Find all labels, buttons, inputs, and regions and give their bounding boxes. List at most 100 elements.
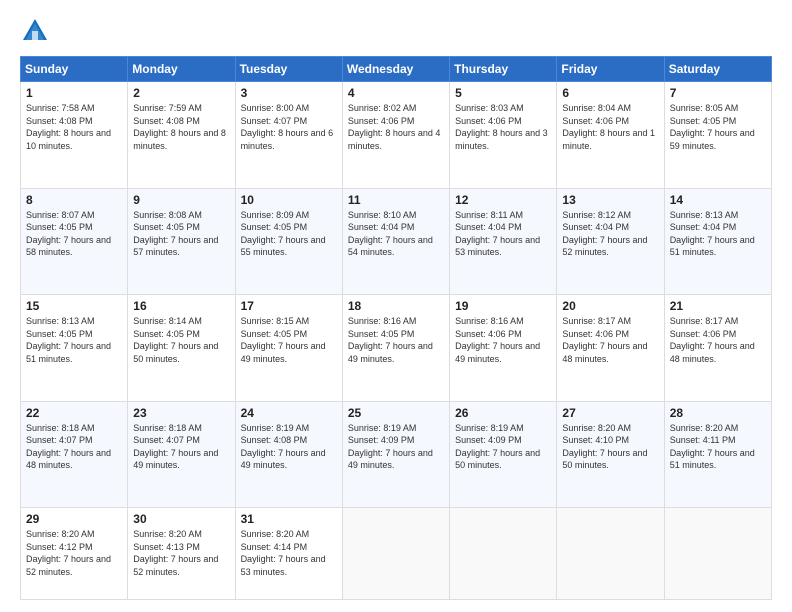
day-number: 2 <box>133 86 229 100</box>
day-number: 8 <box>26 193 122 207</box>
cell-content: Sunrise: 8:20 AM Sunset: 4:10 PM Dayligh… <box>562 422 658 472</box>
day-number: 13 <box>562 193 658 207</box>
cell-content: Sunrise: 8:18 AM Sunset: 4:07 PM Dayligh… <box>26 422 122 472</box>
calendar-cell: 16 Sunrise: 8:14 AM Sunset: 4:05 PM Dayl… <box>128 295 235 402</box>
calendar-cell <box>557 508 664 600</box>
day-number: 19 <box>455 299 551 313</box>
cell-content: Sunrise: 8:13 AM Sunset: 4:04 PM Dayligh… <box>670 209 766 259</box>
cell-content: Sunrise: 8:10 AM Sunset: 4:04 PM Dayligh… <box>348 209 444 259</box>
calendar-cell: 24 Sunrise: 8:19 AM Sunset: 4:08 PM Dayl… <box>235 401 342 508</box>
day-number: 20 <box>562 299 658 313</box>
cell-content: Sunrise: 7:58 AM Sunset: 4:08 PM Dayligh… <box>26 102 122 152</box>
cell-content: Sunrise: 8:02 AM Sunset: 4:06 PM Dayligh… <box>348 102 444 152</box>
calendar-cell: 18 Sunrise: 8:16 AM Sunset: 4:05 PM Dayl… <box>342 295 449 402</box>
day-number: 5 <box>455 86 551 100</box>
day-header-friday: Friday <box>557 57 664 82</box>
day-number: 4 <box>348 86 444 100</box>
calendar-cell: 22 Sunrise: 8:18 AM Sunset: 4:07 PM Dayl… <box>21 401 128 508</box>
calendar-cell: 25 Sunrise: 8:19 AM Sunset: 4:09 PM Dayl… <box>342 401 449 508</box>
day-number: 10 <box>241 193 337 207</box>
cell-content: Sunrise: 8:12 AM Sunset: 4:04 PM Dayligh… <box>562 209 658 259</box>
header <box>20 16 772 46</box>
calendar-cell: 20 Sunrise: 8:17 AM Sunset: 4:06 PM Dayl… <box>557 295 664 402</box>
cell-content: Sunrise: 8:16 AM Sunset: 4:05 PM Dayligh… <box>348 315 444 365</box>
day-header-tuesday: Tuesday <box>235 57 342 82</box>
cell-content: Sunrise: 8:03 AM Sunset: 4:06 PM Dayligh… <box>455 102 551 152</box>
day-header-sunday: Sunday <box>21 57 128 82</box>
calendar-cell <box>664 508 771 600</box>
calendar-cell: 3 Sunrise: 8:00 AM Sunset: 4:07 PM Dayli… <box>235 82 342 189</box>
day-number: 16 <box>133 299 229 313</box>
day-header-saturday: Saturday <box>664 57 771 82</box>
cell-content: Sunrise: 7:59 AM Sunset: 4:08 PM Dayligh… <box>133 102 229 152</box>
cell-content: Sunrise: 8:19 AM Sunset: 4:09 PM Dayligh… <box>455 422 551 472</box>
cell-content: Sunrise: 8:04 AM Sunset: 4:06 PM Dayligh… <box>562 102 658 152</box>
cell-content: Sunrise: 8:14 AM Sunset: 4:05 PM Dayligh… <box>133 315 229 365</box>
calendar-cell: 11 Sunrise: 8:10 AM Sunset: 4:04 PM Dayl… <box>342 188 449 295</box>
day-number: 25 <box>348 406 444 420</box>
day-number: 11 <box>348 193 444 207</box>
cell-content: Sunrise: 8:20 AM Sunset: 4:14 PM Dayligh… <box>241 528 337 578</box>
cell-content: Sunrise: 8:19 AM Sunset: 4:09 PM Dayligh… <box>348 422 444 472</box>
calendar-cell: 8 Sunrise: 8:07 AM Sunset: 4:05 PM Dayli… <box>21 188 128 295</box>
calendar-cell: 15 Sunrise: 8:13 AM Sunset: 4:05 PM Dayl… <box>21 295 128 402</box>
cell-content: Sunrise: 8:18 AM Sunset: 4:07 PM Dayligh… <box>133 422 229 472</box>
day-number: 27 <box>562 406 658 420</box>
cell-content: Sunrise: 8:19 AM Sunset: 4:08 PM Dayligh… <box>241 422 337 472</box>
day-number: 3 <box>241 86 337 100</box>
calendar-cell: 12 Sunrise: 8:11 AM Sunset: 4:04 PM Dayl… <box>450 188 557 295</box>
cell-content: Sunrise: 8:15 AM Sunset: 4:05 PM Dayligh… <box>241 315 337 365</box>
cell-content: Sunrise: 8:20 AM Sunset: 4:11 PM Dayligh… <box>670 422 766 472</box>
cell-content: Sunrise: 8:05 AM Sunset: 4:05 PM Dayligh… <box>670 102 766 152</box>
calendar-cell: 13 Sunrise: 8:12 AM Sunset: 4:04 PM Dayl… <box>557 188 664 295</box>
calendar-table: SundayMondayTuesdayWednesdayThursdayFrid… <box>20 56 772 600</box>
calendar-cell: 4 Sunrise: 8:02 AM Sunset: 4:06 PM Dayli… <box>342 82 449 189</box>
day-number: 15 <box>26 299 122 313</box>
calendar-cell: 7 Sunrise: 8:05 AM Sunset: 4:05 PM Dayli… <box>664 82 771 189</box>
calendar-cell: 21 Sunrise: 8:17 AM Sunset: 4:06 PM Dayl… <box>664 295 771 402</box>
day-header-thursday: Thursday <box>450 57 557 82</box>
day-number: 9 <box>133 193 229 207</box>
calendar-cell: 28 Sunrise: 8:20 AM Sunset: 4:11 PM Dayl… <box>664 401 771 508</box>
day-number: 23 <box>133 406 229 420</box>
day-number: 29 <box>26 512 122 526</box>
day-header-monday: Monday <box>128 57 235 82</box>
cell-content: Sunrise: 8:07 AM Sunset: 4:05 PM Dayligh… <box>26 209 122 259</box>
calendar-cell: 31 Sunrise: 8:20 AM Sunset: 4:14 PM Dayl… <box>235 508 342 600</box>
calendar-cell: 6 Sunrise: 8:04 AM Sunset: 4:06 PM Dayli… <box>557 82 664 189</box>
cell-content: Sunrise: 8:20 AM Sunset: 4:12 PM Dayligh… <box>26 528 122 578</box>
day-number: 28 <box>670 406 766 420</box>
logo <box>20 16 56 46</box>
cell-content: Sunrise: 8:08 AM Sunset: 4:05 PM Dayligh… <box>133 209 229 259</box>
day-number: 17 <box>241 299 337 313</box>
calendar-cell: 29 Sunrise: 8:20 AM Sunset: 4:12 PM Dayl… <box>21 508 128 600</box>
header-row: SundayMondayTuesdayWednesdayThursdayFrid… <box>21 57 772 82</box>
day-number: 22 <box>26 406 122 420</box>
calendar-cell: 1 Sunrise: 7:58 AM Sunset: 4:08 PM Dayli… <box>21 82 128 189</box>
calendar-cell: 30 Sunrise: 8:20 AM Sunset: 4:13 PM Dayl… <box>128 508 235 600</box>
day-number: 1 <box>26 86 122 100</box>
cell-content: Sunrise: 8:20 AM Sunset: 4:13 PM Dayligh… <box>133 528 229 578</box>
cell-content: Sunrise: 8:17 AM Sunset: 4:06 PM Dayligh… <box>670 315 766 365</box>
calendar-cell: 10 Sunrise: 8:09 AM Sunset: 4:05 PM Dayl… <box>235 188 342 295</box>
cell-content: Sunrise: 8:09 AM Sunset: 4:05 PM Dayligh… <box>241 209 337 259</box>
cell-content: Sunrise: 8:16 AM Sunset: 4:06 PM Dayligh… <box>455 315 551 365</box>
day-number: 12 <box>455 193 551 207</box>
day-number: 30 <box>133 512 229 526</box>
calendar-cell <box>450 508 557 600</box>
calendar-cell: 9 Sunrise: 8:08 AM Sunset: 4:05 PM Dayli… <box>128 188 235 295</box>
calendar-cell <box>342 508 449 600</box>
day-number: 26 <box>455 406 551 420</box>
cell-content: Sunrise: 8:17 AM Sunset: 4:06 PM Dayligh… <box>562 315 658 365</box>
calendar-cell: 26 Sunrise: 8:19 AM Sunset: 4:09 PM Dayl… <box>450 401 557 508</box>
day-number: 18 <box>348 299 444 313</box>
day-number: 7 <box>670 86 766 100</box>
cell-content: Sunrise: 8:11 AM Sunset: 4:04 PM Dayligh… <box>455 209 551 259</box>
calendar-cell: 23 Sunrise: 8:18 AM Sunset: 4:07 PM Dayl… <box>128 401 235 508</box>
calendar-cell: 2 Sunrise: 7:59 AM Sunset: 4:08 PM Dayli… <box>128 82 235 189</box>
cell-content: Sunrise: 8:13 AM Sunset: 4:05 PM Dayligh… <box>26 315 122 365</box>
day-number: 6 <box>562 86 658 100</box>
calendar-cell: 17 Sunrise: 8:15 AM Sunset: 4:05 PM Dayl… <box>235 295 342 402</box>
calendar-cell: 14 Sunrise: 8:13 AM Sunset: 4:04 PM Dayl… <box>664 188 771 295</box>
day-number: 31 <box>241 512 337 526</box>
